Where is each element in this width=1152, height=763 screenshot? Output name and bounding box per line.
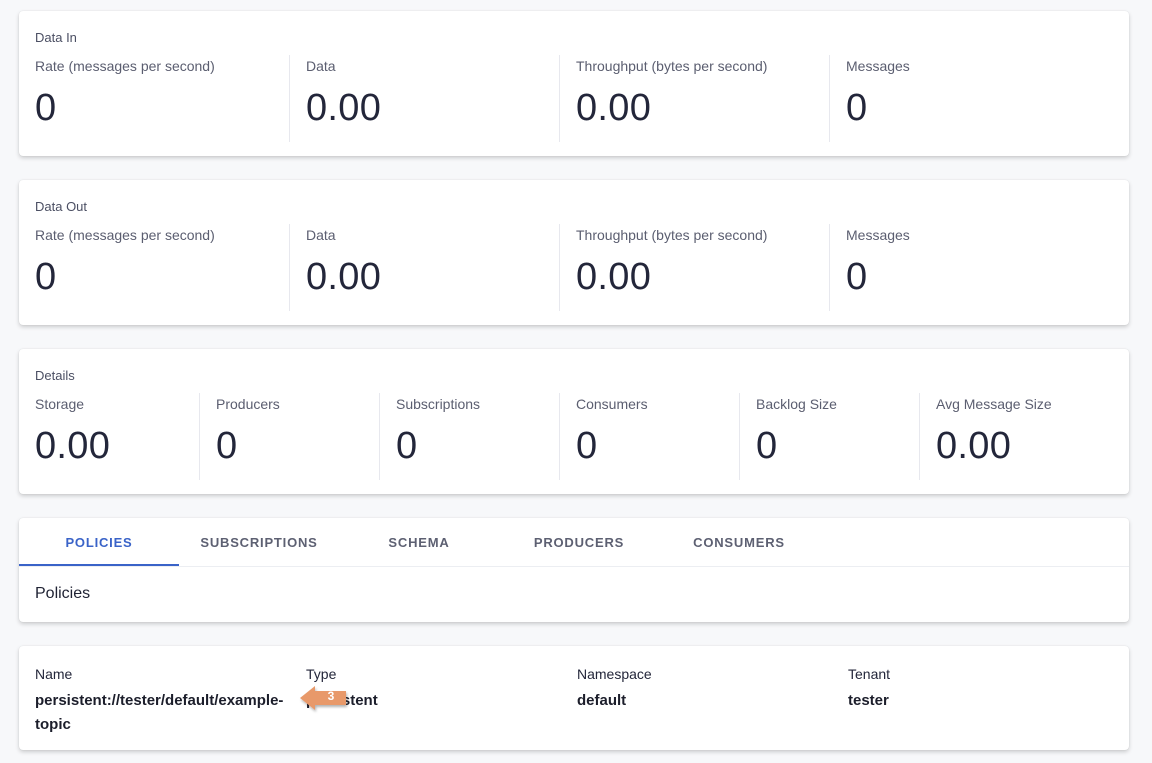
data-out-card: Data Out Rate (messages per second) 0 Da… bbox=[19, 180, 1129, 325]
stat-value: 0 bbox=[576, 425, 598, 467]
type-label: Type bbox=[306, 666, 337, 682]
details-card: Details Storage 0.00 Producers 0 Subscri… bbox=[19, 349, 1129, 494]
stat-value: 0 bbox=[846, 87, 868, 129]
name-label: Name bbox=[35, 666, 73, 682]
stat-label: Storage bbox=[35, 396, 85, 412]
callout-number: 3 bbox=[327, 689, 335, 703]
stat-consumers: Consumers 0 bbox=[559, 393, 739, 480]
stat-value: 0 bbox=[35, 256, 57, 298]
tab-consumers[interactable]: CONSUMERS bbox=[659, 518, 819, 566]
tab-bar: POLICIES SUBSCRIPTIONS SCHEMA PRODUCERS … bbox=[19, 518, 819, 566]
stat-label: Subscriptions bbox=[396, 396, 481, 412]
stat-value: 0.00 bbox=[576, 256, 652, 298]
stat-label: Backlog Size bbox=[756, 396, 837, 412]
card-title: Data In bbox=[35, 30, 77, 45]
stat-messages: Messages 0 bbox=[829, 224, 1099, 311]
stat-value: 0 bbox=[756, 425, 778, 467]
stat-label: Data bbox=[306, 227, 336, 243]
stat-value: 0 bbox=[35, 87, 57, 129]
stat-label: Messages bbox=[846, 58, 910, 74]
name-value: persistent://tester/default/example-topi… bbox=[35, 692, 284, 733]
card-title: Details bbox=[35, 368, 75, 383]
stat-value: 0 bbox=[216, 425, 238, 467]
stat-rate: Rate (messages per second) 0 bbox=[19, 224, 289, 311]
stat-value: 0 bbox=[846, 256, 868, 298]
tab-producers[interactable]: PRODUCERS bbox=[499, 518, 659, 566]
tabs-card: POLICIES SUBSCRIPTIONS SCHEMA PRODUCERS … bbox=[19, 518, 1129, 622]
stat-value: 0.00 bbox=[576, 87, 652, 129]
info-col-namespace: Namespace default bbox=[561, 666, 832, 737]
tab-policies[interactable]: POLICIES bbox=[19, 518, 179, 566]
stat-rate: Rate (messages per second) 0 bbox=[19, 55, 289, 142]
card-title: Data Out bbox=[35, 199, 88, 214]
info-columns: Name persistent://tester/default/example… bbox=[19, 666, 1129, 737]
topic-info-card: Name persistent://tester/default/example… bbox=[19, 646, 1129, 750]
namespace-value: default bbox=[577, 692, 627, 709]
stats-row: Rate (messages per second) 0 Data 0.00 T… bbox=[19, 55, 1129, 142]
stats-row: Rate (messages per second) 0 Data 0.00 T… bbox=[19, 224, 1129, 311]
stat-value: 0.00 bbox=[306, 256, 382, 298]
info-col-name: Name persistent://tester/default/example… bbox=[19, 666, 290, 737]
stat-label: Producers bbox=[216, 396, 280, 412]
stat-producers: Producers 0 bbox=[199, 393, 379, 480]
info-col-tenant: Tenant tester bbox=[832, 666, 1103, 737]
tab-schema[interactable]: SCHEMA bbox=[339, 518, 499, 566]
stat-backlog-size: Backlog Size 0 bbox=[739, 393, 919, 480]
section-heading: Policies bbox=[35, 585, 91, 602]
namespace-label: Namespace bbox=[577, 666, 652, 682]
stat-label: Data bbox=[306, 58, 336, 74]
stats-row: Storage 0.00 Producers 0 Subscriptions 0… bbox=[19, 393, 1129, 480]
stat-messages: Messages 0 bbox=[829, 55, 1099, 142]
stat-label: Consumers bbox=[576, 396, 648, 412]
stat-data: Data 0.00 bbox=[289, 224, 559, 311]
tenant-value: tester bbox=[848, 692, 889, 709]
tab-subscriptions[interactable]: SUBSCRIPTIONS bbox=[179, 518, 339, 566]
stat-data: Data 0.00 bbox=[289, 55, 559, 142]
stat-value: 0.00 bbox=[306, 87, 382, 129]
stat-value: 0 bbox=[396, 425, 418, 467]
stat-label: Throughput (bytes per second) bbox=[576, 227, 768, 243]
stat-label: Avg Message Size bbox=[936, 396, 1052, 412]
stat-storage: Storage 0.00 bbox=[19, 393, 199, 480]
data-in-card: Data In Rate (messages per second) 0 Dat… bbox=[19, 11, 1129, 156]
tenant-label: Tenant bbox=[848, 666, 891, 682]
stat-throughput: Throughput (bytes per second) 0.00 bbox=[559, 224, 829, 311]
stat-label: Rate (messages per second) bbox=[35, 58, 215, 74]
stat-value: 0.00 bbox=[936, 425, 1012, 467]
tabs-divider bbox=[19, 566, 1129, 567]
stat-label: Messages bbox=[846, 227, 910, 243]
stat-label: Rate (messages per second) bbox=[35, 227, 215, 243]
stat-avg-message-size: Avg Message Size 0.00 bbox=[919, 393, 1129, 480]
stat-subscriptions: Subscriptions 0 bbox=[379, 393, 559, 480]
stat-value: 0.00 bbox=[35, 425, 111, 467]
stat-label: Throughput (bytes per second) bbox=[576, 58, 768, 74]
stat-throughput: Throughput (bytes per second) 0.00 bbox=[559, 55, 829, 142]
